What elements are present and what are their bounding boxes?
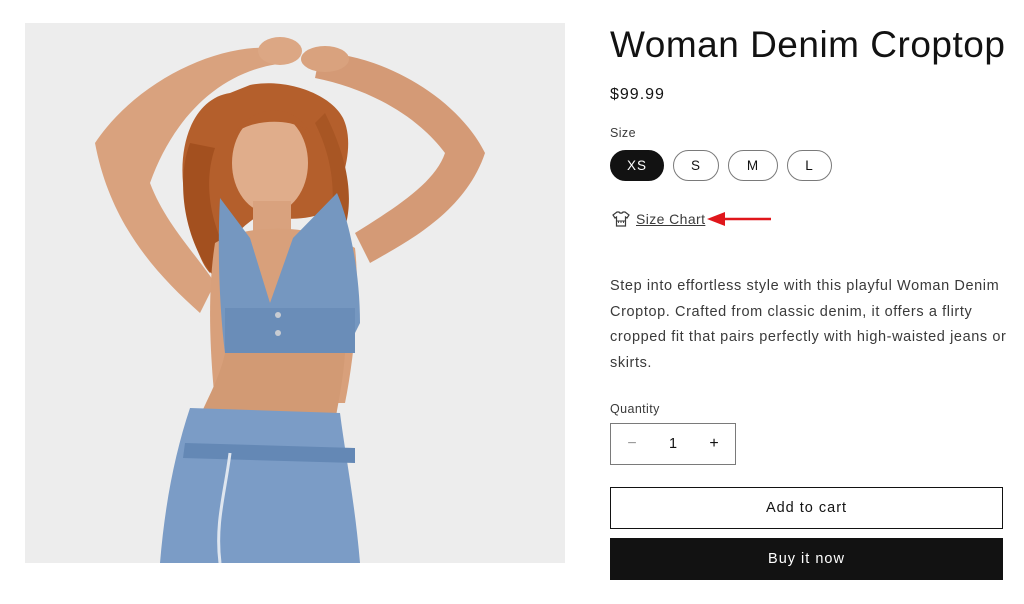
- product-description: Step into effortless style with this pla…: [610, 278, 1007, 371]
- size-selector: XS S M L: [610, 150, 832, 181]
- quantity-decrease-button[interactable]: −: [611, 424, 653, 464]
- product-title: Woman Denim Croptop: [610, 24, 1006, 65]
- red-arrow-left-icon: [707, 212, 771, 226]
- product-image[interactable]: [25, 23, 565, 563]
- size-option-xs[interactable]: XS: [610, 150, 664, 181]
- add-to-cart-button[interactable]: Add to cart: [610, 487, 1003, 529]
- size-chart-link-row[interactable]: Size Chart: [612, 210, 705, 228]
- buy-now-button[interactable]: Buy it now: [610, 538, 1003, 580]
- shirt-icon: [612, 211, 630, 227]
- size-chart-link[interactable]: Size Chart: [636, 211, 705, 227]
- product-price: $99.99: [610, 86, 665, 103]
- size-option-m[interactable]: M: [728, 150, 778, 181]
- quantity-increase-button[interactable]: +: [693, 424, 735, 464]
- quantity-stepper: − 1 +: [610, 423, 736, 465]
- quantity-label: Quantity: [610, 402, 660, 416]
- size-option-s[interactable]: S: [673, 150, 719, 181]
- size-label: Size: [610, 126, 636, 140]
- quantity-input[interactable]: 1: [669, 436, 677, 452]
- product-photo: [25, 23, 565, 563]
- size-option-l[interactable]: L: [787, 150, 832, 181]
